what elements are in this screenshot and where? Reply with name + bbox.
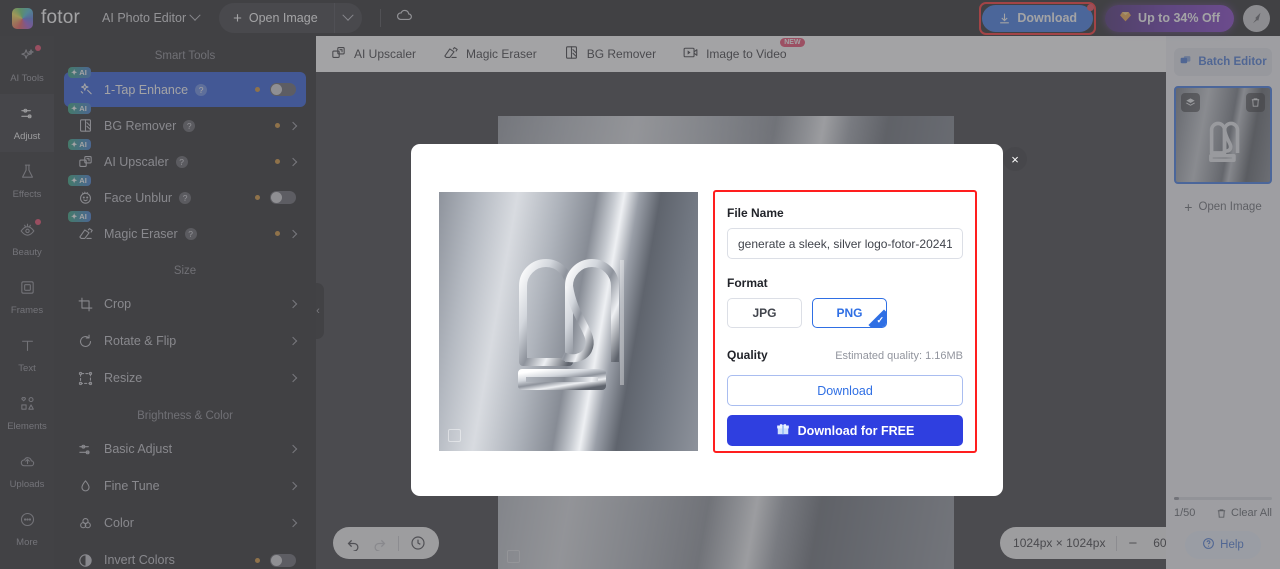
modal-download-free-label: Download for FREE xyxy=(797,423,915,438)
format-button-png[interactable]: PNG ✓ xyxy=(812,298,887,328)
preview-corner-mark xyxy=(448,429,461,442)
format-button-label: JPG xyxy=(752,306,777,320)
file-name-input[interactable] xyxy=(727,228,963,259)
download-modal: File Name Format JPG PNG ✓ Quality Estimat… xyxy=(411,144,1003,496)
gift-icon xyxy=(776,422,790,439)
modal-download-free-button[interactable]: Download for FREE xyxy=(727,415,963,446)
check-icon: ✓ xyxy=(876,315,884,325)
format-button-label: PNG xyxy=(836,306,863,320)
format-options: JPG PNG ✓ xyxy=(727,298,963,328)
modal-download-button[interactable]: Download xyxy=(727,375,963,406)
modal-download-label: Download xyxy=(817,383,873,398)
close-icon[interactable]: × xyxy=(1003,147,1027,171)
download-form: File Name Format JPG PNG ✓ Quality Estimat… xyxy=(727,206,963,446)
close-label: × xyxy=(1011,151,1019,167)
format-label: Format xyxy=(727,276,768,290)
format-button-jpg[interactable]: JPG xyxy=(727,298,802,328)
modal-preview-image xyxy=(439,192,698,451)
quality-label: Quality xyxy=(727,348,768,362)
fotor-editor-window: fotor AI Photo Editor + Open Image xyxy=(0,0,1280,569)
quality-row: Quality Estimated quality: 1.16MB xyxy=(727,348,963,362)
file-name-label: File Name xyxy=(727,206,784,220)
quality-estimate: Estimated quality: 1.16MB xyxy=(835,350,963,362)
preview-artwork xyxy=(518,259,624,390)
